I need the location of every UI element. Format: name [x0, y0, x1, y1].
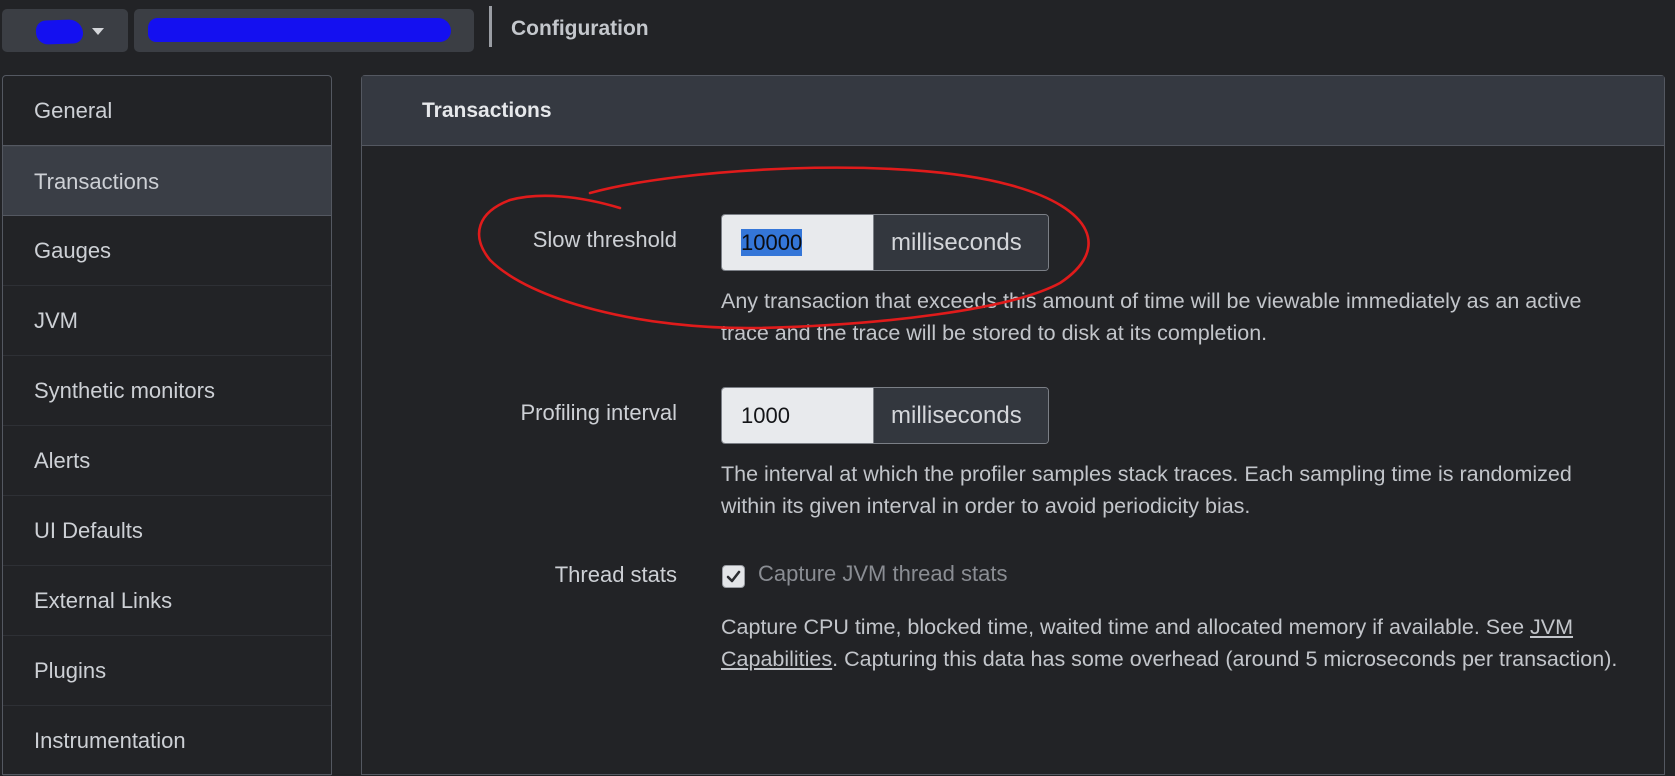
sidebar-item-jvm[interactable]: JVM — [3, 286, 331, 356]
agent-selector[interactable] — [134, 9, 474, 52]
page-title: Configuration — [511, 17, 649, 40]
redacted-agent-name — [35, 19, 84, 45]
thread-stats-help: Capture CPU time, blocked time, waited t… — [721, 611, 1621, 675]
config-sidebar: General Transactions Gauges JVM Syntheti… — [2, 75, 332, 776]
slow-threshold-input-group: 10000 milliseconds — [721, 214, 1049, 271]
thread-stats-help-prefix: Capture CPU time, blocked time, waited t… — [721, 615, 1531, 639]
panel-title: Transactions — [362, 76, 1664, 146]
selected-text: 10000 — [741, 229, 803, 256]
checkmark-icon — [726, 570, 741, 583]
top-bar: Configuration — [0, 0, 1675, 62]
sidebar-item-transactions[interactable]: Transactions — [3, 146, 331, 216]
slow-threshold-input[interactable]: 10000 — [722, 215, 873, 270]
profiling-interval-input-group: 1000 milliseconds — [721, 387, 1049, 444]
sidebar-item-ui-defaults[interactable]: UI Defaults — [3, 496, 331, 566]
thread-stats-checkbox-label[interactable]: Capture JVM thread stats — [758, 561, 1007, 587]
sidebar-item-general[interactable]: General — [3, 76, 331, 146]
chevron-down-icon — [92, 28, 104, 35]
profiling-interval-unit: milliseconds — [873, 388, 1048, 443]
profiling-interval-help: The interval at which the profiler sampl… — [721, 462, 1572, 518]
redacted-server-name — [148, 18, 451, 42]
profiling-interval-label: Profiling interval — [520, 400, 677, 425]
transactions-panel: Transactions Slow threshold 10000 millis… — [361, 75, 1665, 775]
slow-threshold-label: Slow threshold — [532, 227, 677, 252]
sidebar-item-instrumentation[interactable]: Instrumentation — [3, 706, 331, 776]
slow-threshold-unit: milliseconds — [873, 215, 1048, 270]
header-divider — [489, 6, 492, 47]
profiling-interval-input[interactable]: 1000 — [722, 388, 873, 443]
sidebar-item-synthetic-monitors[interactable]: Synthetic monitors — [3, 356, 331, 426]
agent-rollup-dropdown[interactable] — [2, 9, 128, 52]
sidebar-item-gauges[interactable]: Gauges — [3, 216, 331, 286]
thread-stats-checkbox[interactable] — [722, 565, 745, 588]
thread-stats-label: Thread stats — [554, 562, 677, 587]
thread-stats-help-suffix: . Capturing this data has some overhead … — [832, 647, 1618, 671]
slow-threshold-help: Any transaction that exceeds this amount… — [721, 289, 1582, 345]
sidebar-item-external-links[interactable]: External Links — [3, 566, 331, 636]
sidebar-item-plugins[interactable]: Plugins — [3, 636, 331, 706]
sidebar-item-alerts[interactable]: Alerts — [3, 426, 331, 496]
